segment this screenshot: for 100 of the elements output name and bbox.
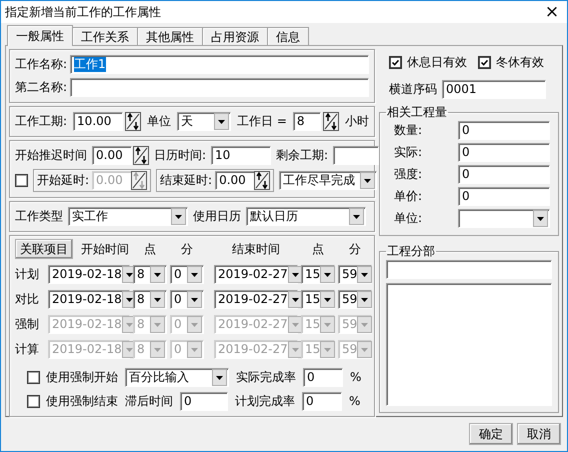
checkbox[interactable] bbox=[27, 394, 40, 408]
checkbox-label[interactable]: 休息日有效 bbox=[407, 55, 467, 70]
number-field[interactable]: 0.00 bbox=[215, 171, 256, 190]
spin-button[interactable] bbox=[131, 171, 148, 190]
dropdown[interactable]: 2019-02-27 bbox=[214, 265, 298, 284]
dialog-button[interactable]: 取消 bbox=[517, 423, 561, 445]
input-field[interactable] bbox=[386, 260, 552, 279]
input-field[interactable]: 0 bbox=[303, 368, 343, 386]
dropdown[interactable]: 8 bbox=[133, 265, 167, 284]
dropdown[interactable]: 15 bbox=[301, 265, 335, 284]
field-label: 第二名称: bbox=[15, 80, 68, 95]
field-label: 工作类型 bbox=[15, 209, 63, 224]
column-header: 点 bbox=[311, 242, 325, 256]
number-field[interactable]: 8 bbox=[292, 112, 321, 131]
list-box[interactable] bbox=[386, 283, 552, 406]
spin-button[interactable] bbox=[254, 171, 270, 190]
field-label: 实际完成率 bbox=[236, 370, 296, 384]
dropdown[interactable]: 天 bbox=[177, 112, 232, 131]
checkbox[interactable] bbox=[389, 56, 402, 69]
field-label: 日历时间: bbox=[154, 148, 206, 163]
input-field[interactable]: 0 bbox=[458, 164, 550, 184]
dropdown-arrow-button[interactable] bbox=[357, 266, 372, 283]
dropdown-arrow-button[interactable] bbox=[349, 208, 364, 225]
field-label: 开始延时: bbox=[37, 173, 90, 188]
column-header: 结束时间 bbox=[231, 242, 281, 256]
dropdown-arrow-button[interactable] bbox=[320, 291, 336, 308]
dropdown[interactable] bbox=[458, 208, 550, 228]
dropdown-arrow-button[interactable] bbox=[171, 208, 186, 225]
dropdown[interactable]: 工作尽早完成 bbox=[279, 171, 378, 190]
group-title: 工程分部 bbox=[386, 244, 436, 258]
column-header: 分 bbox=[180, 242, 194, 256]
field-label: 单位: bbox=[394, 210, 424, 226]
input-field[interactable]: 0 bbox=[302, 392, 342, 410]
close-button[interactable]: × bbox=[537, 1, 567, 23]
dropdown-arrow-button[interactable] bbox=[187, 291, 202, 308]
linked-items-button[interactable]: 关联项目 bbox=[15, 239, 73, 259]
checkbox-label[interactable]: 冬休有效 bbox=[496, 55, 544, 70]
dropdown-arrow-button[interactable] bbox=[357, 291, 372, 308]
dropdown-arrow-button[interactable] bbox=[187, 266, 202, 283]
number-field[interactable]: 0.00 bbox=[92, 146, 132, 165]
tab[interactable]: 信息 bbox=[267, 27, 309, 45]
input-field[interactable]: 0 bbox=[458, 186, 550, 206]
dropdown-arrow-button[interactable] bbox=[150, 291, 165, 308]
number-field[interactable]: 10.00 bbox=[73, 112, 124, 131]
window-title: 指定新增当前工作的工作属性 bbox=[5, 4, 162, 20]
dropdown-arrow-button[interactable] bbox=[360, 172, 376, 189]
row-label: 强制 bbox=[15, 317, 40, 332]
dropdown-arrow-button[interactable] bbox=[288, 266, 303, 283]
input-field[interactable] bbox=[70, 78, 369, 97]
checkbox[interactable] bbox=[15, 174, 28, 187]
field-label: 单价: bbox=[394, 188, 424, 204]
checkbox[interactable] bbox=[27, 370, 40, 384]
dialog-button[interactable]: 确定 bbox=[469, 423, 513, 445]
dropdown-arrow-button[interactable] bbox=[288, 291, 303, 308]
field-label: 数量: bbox=[394, 122, 424, 138]
row-label: 计算 bbox=[15, 342, 40, 357]
input-field[interactable]: 0 bbox=[180, 392, 228, 410]
group-title: 相关工程量 bbox=[386, 105, 448, 119]
tab[interactable]: 占用资源 bbox=[202, 27, 268, 45]
dropdown[interactable]: 0 bbox=[170, 290, 204, 309]
input-field[interactable]: 0 bbox=[458, 120, 550, 140]
dropdown-arrow-button[interactable] bbox=[212, 368, 227, 386]
field-label: 结束延时: bbox=[160, 173, 212, 188]
dropdown[interactable]: 59 bbox=[338, 265, 372, 284]
dropdown[interactable]: 59 bbox=[338, 290, 372, 309]
dropdown-arrow-button[interactable] bbox=[150, 266, 165, 283]
dropdown[interactable]: 默认日历 bbox=[246, 207, 366, 226]
dropdown[interactable]: 8 bbox=[133, 290, 167, 309]
checkbox-label[interactable]: 使用强制结束 bbox=[46, 394, 118, 408]
checkbox[interactable] bbox=[478, 56, 491, 69]
dropdown[interactable]: 15 bbox=[301, 290, 335, 309]
dropdown[interactable]: 2019-02-27 bbox=[214, 290, 298, 309]
spin-button[interactable] bbox=[125, 112, 142, 131]
dropdown[interactable]: 百分比输入 bbox=[125, 368, 229, 386]
field-label: 横道序码 bbox=[389, 82, 437, 97]
tab[interactable]: 工作关系 bbox=[72, 27, 138, 45]
dropdown-arrow-button[interactable] bbox=[533, 210, 548, 226]
dropdown[interactable]: 2019-02-18 bbox=[48, 265, 130, 284]
input-field[interactable]: 0001 bbox=[442, 80, 546, 99]
tab[interactable]: 其他属性 bbox=[137, 27, 203, 45]
dropdown-arrow-button[interactable] bbox=[320, 266, 336, 283]
spin-button[interactable] bbox=[133, 146, 149, 165]
field-label: % bbox=[350, 370, 362, 384]
dropdown[interactable]: 0 bbox=[170, 265, 204, 284]
input-field[interactable] bbox=[333, 146, 380, 165]
tab[interactable]: 一般属性 bbox=[7, 25, 73, 46]
dropdown-arrow-button[interactable] bbox=[214, 113, 230, 130]
field-label: 工作名称: bbox=[15, 57, 68, 72]
row-label: 计划 bbox=[15, 267, 40, 282]
field-label: 单位 bbox=[147, 114, 172, 129]
input-field[interactable]: 0 bbox=[458, 142, 550, 162]
column-header: 分 bbox=[348, 242, 362, 256]
dropdown[interactable]: 实工作 bbox=[68, 207, 188, 226]
checkbox-label[interactable]: 使用强制开始 bbox=[46, 370, 118, 384]
column-header: 开始时间 bbox=[81, 242, 129, 256]
input-field[interactable]: 10 bbox=[211, 146, 272, 165]
column-header: 点 bbox=[143, 242, 157, 256]
dropdown[interactable]: 2019-02-18 bbox=[48, 290, 130, 309]
spin-button[interactable] bbox=[322, 112, 339, 131]
input-field[interactable]: 工作1 bbox=[70, 55, 369, 74]
